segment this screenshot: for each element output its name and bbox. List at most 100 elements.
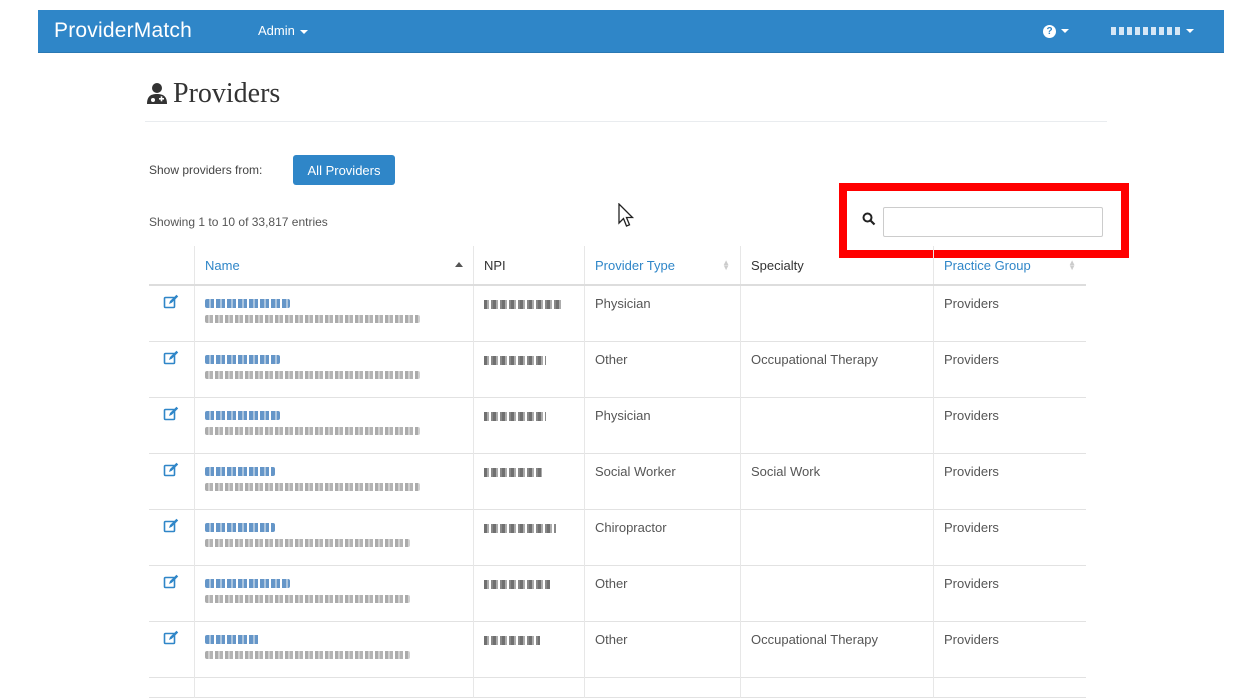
npi-value: [484, 411, 546, 421]
question-circle-icon: ?: [1043, 24, 1056, 38]
provider-type-cell: Other: [584, 621, 741, 677]
table-info: Showing 1 to 10 of 33,817 entries: [149, 215, 328, 229]
practice-group-cell: Providers: [933, 397, 1086, 453]
provider-name-cell[interactable]: [194, 509, 474, 565]
user-md-icon: [147, 83, 167, 104]
search-input[interactable]: [883, 207, 1103, 237]
practice-group-cell: Providers: [933, 341, 1086, 397]
provider-name-link[interactable]: [205, 522, 275, 532]
user-icon: [1111, 27, 1181, 36]
edit-icon[interactable]: [163, 518, 179, 534]
specialty-cell: [740, 677, 934, 697]
provider-type-cell: Social Worker: [584, 453, 741, 509]
page-title-text: Providers: [173, 78, 281, 109]
specialty-cell: [740, 397, 934, 453]
user-menu[interactable]: [1111, 22, 1194, 38]
table-row: Chiropractor Providers: [149, 509, 1086, 565]
provider-name-link[interactable]: [205, 299, 290, 308]
edit-icon[interactable]: [163, 574, 179, 590]
row-actions-cell: [149, 509, 195, 565]
row-actions-cell: [149, 621, 195, 677]
sort-asc-icon: [455, 262, 463, 267]
provider-name-cell[interactable]: [194, 285, 474, 341]
edit-icon[interactable]: [163, 462, 179, 478]
provider-location-text: [205, 426, 420, 435]
provider-type-cell: Chiropractor: [584, 509, 741, 565]
provider-name-cell[interactable]: [194, 397, 474, 453]
practice-group-cell: Providers: [933, 509, 1086, 565]
npi-value: [484, 523, 556, 533]
practice-group-cell: Providers: [933, 565, 1086, 621]
search-icon: [862, 212, 876, 226]
specialty-cell: Occupational Therapy: [740, 621, 934, 677]
column-header-provider-type-label: Provider Type: [595, 257, 675, 273]
provider-location-text: [205, 650, 410, 659]
npi-cell: [473, 341, 585, 397]
all-providers-button[interactable]: All Providers: [293, 155, 395, 185]
column-header-name[interactable]: Name: [194, 246, 474, 285]
npi-value: [484, 579, 550, 589]
column-header-npi[interactable]: NPI: [473, 246, 585, 285]
provider-name-link[interactable]: [205, 634, 260, 644]
npi-value: [484, 635, 540, 645]
table-row: Physician Providers: [149, 397, 1086, 453]
practice-group-cell: Providers: [933, 621, 1086, 677]
provider-name-link[interactable]: [205, 410, 280, 420]
npi-value: [484, 467, 542, 477]
provider-location-text: [205, 315, 420, 323]
provider-name-cell[interactable]: [194, 453, 474, 509]
npi-cell: [473, 621, 585, 677]
row-actions-cell: [149, 677, 195, 697]
column-header-specialty-label: Specialty: [751, 257, 804, 273]
help-menu[interactable]: ?: [1043, 22, 1069, 38]
provider-name-link[interactable]: [205, 578, 290, 588]
edit-icon[interactable]: [163, 630, 179, 646]
table-row: [149, 677, 1086, 697]
sort-icon: ▲ ▼: [722, 258, 730, 272]
show-providers-label: Show providers from:: [149, 163, 263, 177]
npi-cell: [473, 453, 585, 509]
provider-name-cell[interactable]: [194, 565, 474, 621]
table-row: Physician Providers: [149, 285, 1086, 341]
npi-cell: [473, 677, 585, 697]
provider-type-cell: Other: [584, 341, 741, 397]
title-divider: [145, 121, 1107, 122]
edit-icon[interactable]: [163, 294, 179, 310]
provider-location-text: [205, 538, 410, 547]
admin-menu[interactable]: Admin: [258, 23, 308, 38]
edit-icon[interactable]: [163, 350, 179, 366]
column-header-provider-type[interactable]: Provider Type ▲ ▼: [584, 246, 741, 285]
npi-cell: [473, 565, 585, 621]
edit-icon[interactable]: [163, 406, 179, 422]
npi-cell: [473, 285, 585, 341]
column-header-actions: [149, 246, 195, 285]
column-header-specialty[interactable]: Specialty: [740, 246, 934, 285]
provider-name-cell[interactable]: [194, 621, 474, 677]
practice-group-cell: Providers: [933, 453, 1086, 509]
column-header-practice-group[interactable]: Practice Group ▲ ▼: [933, 246, 1086, 285]
column-header-npi-label: NPI: [484, 257, 506, 273]
column-header-name-label: Name: [205, 257, 240, 273]
provider-name-link[interactable]: [205, 354, 280, 364]
provider-type-cell: Physician: [584, 397, 741, 453]
provider-name-cell: [194, 677, 474, 697]
specialty-cell: [740, 285, 934, 341]
row-actions-cell: [149, 285, 195, 341]
practice-group-cell: Providers: [933, 285, 1086, 341]
admin-menu-label: Admin: [258, 23, 295, 38]
top-navbar: ProviderMatch Admin ?: [38, 10, 1224, 53]
specialty-cell: Occupational Therapy: [740, 341, 934, 397]
brand-logo[interactable]: ProviderMatch: [54, 19, 192, 43]
row-actions-cell: [149, 397, 195, 453]
provider-location-text: [205, 370, 420, 379]
row-actions-cell: [149, 565, 195, 621]
npi-cell: [473, 509, 585, 565]
table-row: Social Worker Social Work Providers: [149, 453, 1086, 509]
provider-type-cell: Other: [584, 565, 741, 621]
chevron-down-icon: [1061, 29, 1069, 34]
provider-name-cell[interactable]: [194, 341, 474, 397]
provider-name-link[interactable]: [205, 466, 275, 476]
chevron-down-icon: [1186, 29, 1194, 34]
providers-table: Name NPI Provider Type ▲ ▼ Specialty Pract…: [149, 246, 1086, 698]
npi-value: [484, 300, 562, 309]
